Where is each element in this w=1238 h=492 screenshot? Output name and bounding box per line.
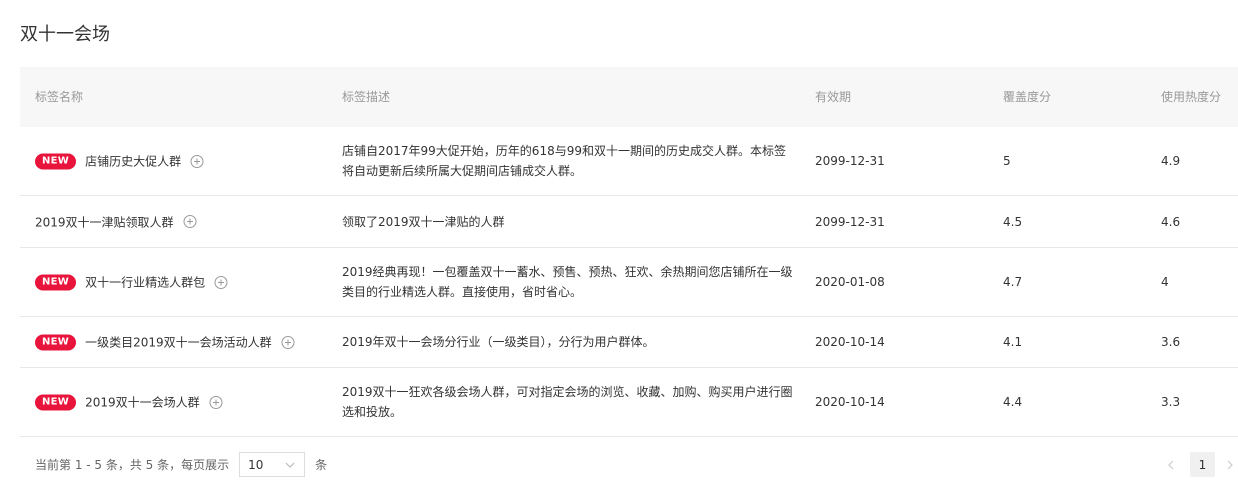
tag-usage-score: 4.9 — [1161, 154, 1181, 168]
tag-coverage-score: 4.4 — [1003, 395, 1023, 409]
tag-description: 2019经典再现！一包覆盖双十一蓄水、预售、预热、狂欢、余热期间您店铺所在一级类… — [342, 265, 793, 299]
tag-name-cell: NEW 2019双十一会场人群 — [35, 394, 223, 411]
table-row: NEW 2019双十一会场人群 2019双十一狂欢各级会场人群，可对指定会场的浏… — [20, 368, 1238, 437]
pagination-summary: 当前第 1 - 5 条，共 5 条，每页展示 — [35, 458, 230, 472]
header-expiry: 有效期 — [815, 90, 852, 104]
tag-expiry: 2020-10-14 — [815, 395, 885, 409]
tag-name: 2019双十一会场人群 — [85, 395, 200, 410]
plus-circle-icon[interactable] — [281, 335, 295, 349]
pager: 1 — [1165, 452, 1236, 477]
table-header: 标签名称 标签描述 有效期 覆盖度分 使用热度分 — [20, 67, 1238, 127]
page-title: 双十一会场 — [20, 24, 110, 45]
tag-coverage-score: 4.1 — [1003, 335, 1023, 349]
tag-name-cell: NEW 一级类目2019双十一会场活动人群 — [35, 334, 295, 351]
new-badge: NEW — [35, 394, 77, 410]
tag-coverage-score: 4.7 — [1003, 275, 1023, 289]
header-tag-description: 标签描述 — [342, 90, 391, 104]
plus-circle-icon[interactable] — [214, 275, 228, 289]
plus-circle-icon[interactable] — [183, 215, 197, 229]
tag-expiry: 2099-12-31 — [815, 154, 885, 168]
header-usage-score: 使用热度分 — [1161, 90, 1222, 104]
tag-expiry: 2020-10-14 — [815, 335, 885, 349]
tag-usage-score: 4.6 — [1161, 214, 1181, 229]
tag-coverage-score: 5 — [1003, 154, 1011, 168]
page-size-select[interactable]: 10 — [239, 452, 306, 477]
tag-description: 店铺自2017年99大促开始，历年的618与99和双十一期间的历史成交人群。本标… — [342, 144, 786, 178]
tag-name-cell: NEW 店铺历史大促人群 — [35, 153, 204, 170]
tag-usage-score: 4 — [1161, 275, 1169, 289]
tag-expiry: 2020-01-08 — [815, 275, 885, 289]
tag-description: 2019双十一狂欢各级会场人群，可对指定会场的浏览、收藏、加购、购买用户进行圈选… — [342, 385, 793, 419]
new-badge: NEW — [35, 274, 77, 290]
plus-circle-icon[interactable] — [190, 154, 204, 168]
tag-coverage-score: 4.5 — [1003, 214, 1023, 229]
new-badge: NEW — [35, 334, 77, 350]
tag-table: 标签名称 标签描述 有效期 覆盖度分 使用热度分 NEW 店铺历史大促人群 店铺… — [20, 67, 1238, 437]
table-row: 2019双十一津贴领取人群 领取了2019双十一津贴的人群 2099-12-31… — [20, 196, 1238, 248]
pagination-footer: 当前第 1 - 5 条，共 5 条，每页展示 10 条 — [35, 452, 327, 477]
table-body: NEW 店铺历史大促人群 店铺自2017年99大促开始，历年的618与99和双十… — [20, 127, 1238, 437]
plus-circle-icon[interactable] — [209, 395, 223, 409]
tag-usage-score: 3.6 — [1161, 335, 1181, 349]
tag-description: 2019年双十一会场分行业（一级类目），分行为用户群体。 — [342, 335, 655, 349]
tag-name: 2019双十一津贴领取人群 — [35, 215, 174, 229]
chevron-right-icon[interactable] — [1224, 459, 1236, 471]
tag-name: 一级类目2019双十一会场活动人群 — [85, 335, 272, 350]
tag-name: 店铺历史大促人群 — [85, 154, 182, 169]
page-button-1[interactable]: 1 — [1190, 452, 1215, 477]
tag-name-cell: NEW 双十一行业精选人群包 — [35, 274, 228, 291]
table-row: NEW 双十一行业精选人群包 2019经典再现！一包覆盖双十一蓄水、预售、预热、… — [20, 248, 1238, 317]
new-badge: NEW — [35, 153, 77, 169]
header-coverage-score: 覆盖度分 — [1003, 90, 1052, 104]
chevron-down-icon — [284, 459, 296, 471]
chevron-left-icon[interactable] — [1165, 459, 1177, 471]
tag-name: 双十一行业精选人群包 — [85, 275, 206, 290]
table-row: NEW 店铺历史大促人群 店铺自2017年99大促开始，历年的618与99和双十… — [20, 127, 1238, 196]
page-size-value: 10 — [248, 457, 264, 472]
table-row: NEW 一级类目2019双十一会场活动人群 2019年双十一会场分行业（一级类目… — [20, 317, 1238, 368]
page-size-unit: 条 — [315, 458, 328, 472]
header-tag-name: 标签名称 — [35, 90, 84, 104]
tag-expiry: 2099-12-31 — [815, 214, 885, 229]
tag-usage-score: 3.3 — [1161, 395, 1181, 409]
tag-description: 领取了2019双十一津贴的人群 — [342, 214, 505, 229]
tag-name-cell: 2019双十一津贴领取人群 — [35, 213, 197, 230]
